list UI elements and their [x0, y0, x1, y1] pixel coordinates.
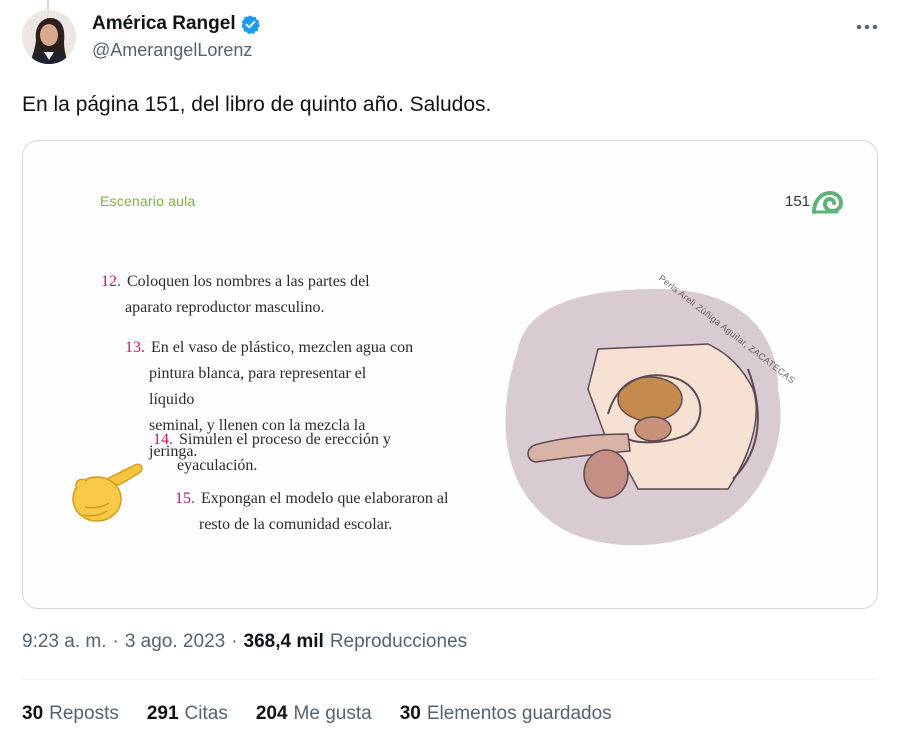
tweet-time[interactable]: 9:23 a. m. [22, 631, 107, 653]
pointing-hand-icon [72, 463, 143, 522]
instruction-15: 15. Expongan el modelo que elaboraron al … [175, 490, 449, 533]
page-section-title: Escenario aula [100, 193, 196, 209]
spiral-logo-icon [812, 190, 843, 214]
more-options-icon[interactable] [856, 16, 878, 38]
views-count: 368,4 mil [243, 631, 324, 652]
tweet-media-image[interactable]: Escenario aula 151 12. Coloquen los nombr… [22, 140, 878, 609]
thread-line [47, 0, 49, 10]
meta-separator: · [231, 631, 238, 652]
reposts-stat[interactable]: 30 Reposts [22, 703, 119, 725]
divider [22, 679, 878, 680]
page-number: 151 [785, 193, 811, 210]
instruction-12: 12. Coloquen los nombres a las partes del… [101, 273, 370, 316]
display-name[interactable]: América Rangel [92, 13, 236, 35]
meta-separator: · [112, 631, 119, 652]
quotes-stat[interactable]: 291 Citas [147, 703, 228, 725]
tweet-stats: 30 Reposts 291 Citas 204 Me gusta 30 Ele… [22, 703, 640, 725]
likes-stat[interactable]: 204 Me gusta [256, 703, 372, 725]
tweet-meta: 9:23 a. m. · 3 ago. 2023 · 368,4 mil Rep… [22, 631, 467, 653]
bookmarks-stat[interactable]: 30 Elementos guardados [400, 703, 612, 725]
tweet-date[interactable]: 3 ago. 2023 [125, 631, 225, 653]
views-label: Reproducciones [329, 631, 468, 652]
author-names: América Rangel @AmerangelLorenz [92, 13, 261, 61]
verified-badge-icon [240, 14, 261, 35]
author-handle[interactable]: @AmerangelLorenz [92, 40, 261, 61]
tweet-text: En la página 151, del libro de quinto añ… [22, 93, 492, 116]
instruction-14: 14. Simulen el proceso de erección y eyac… [153, 431, 391, 474]
anatomy-illustration [505, 289, 781, 546]
tweet-header: América Rangel @AmerangelLorenz [22, 10, 882, 66]
avatar[interactable] [22, 10, 76, 64]
